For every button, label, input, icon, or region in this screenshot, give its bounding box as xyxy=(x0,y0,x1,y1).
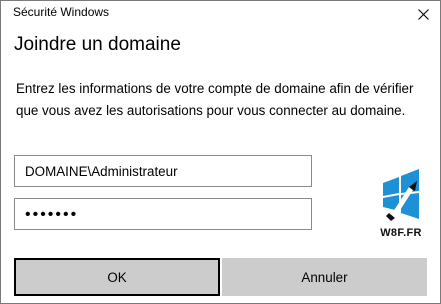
close-button[interactable] xyxy=(406,1,440,27)
security-dialog: Sécurité Windows Joindre un domaine Entr… xyxy=(0,0,441,304)
dialog-heading: Joindre un domaine xyxy=(14,34,181,55)
username-field[interactable] xyxy=(15,156,311,186)
button-bar: OK Annuler xyxy=(1,253,440,303)
windows-logo-icon xyxy=(383,169,419,221)
title-bar: Sécurité Windows xyxy=(1,1,440,27)
dialog-description: Entrez les informations de votre compte … xyxy=(16,81,414,118)
ok-button[interactable]: OK xyxy=(14,258,220,296)
close-icon xyxy=(417,8,429,20)
watermark-text: W8F.FR xyxy=(380,227,422,239)
password-field[interactable] xyxy=(15,199,311,229)
cancel-button[interactable]: Annuler xyxy=(222,258,427,296)
username-field-box xyxy=(14,155,312,187)
window-title: Sécurité Windows xyxy=(13,5,110,19)
password-field-box xyxy=(14,198,312,230)
watermark-logo: W8F.FR xyxy=(376,169,426,239)
